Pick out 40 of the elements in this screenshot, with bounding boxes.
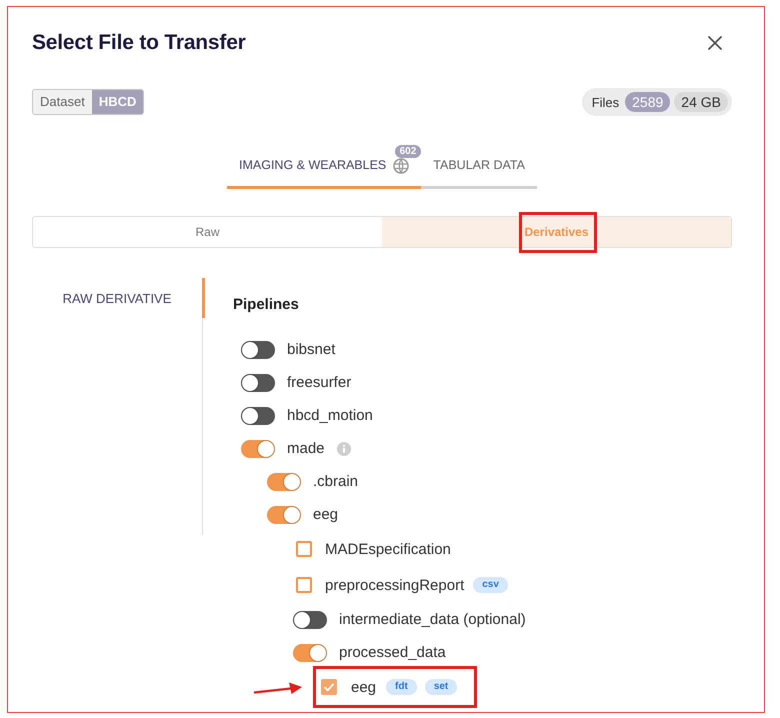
- item-label: bibsnet: [287, 341, 336, 358]
- toggle-switch[interactable]: [267, 506, 301, 524]
- toggle-switch[interactable]: [293, 610, 327, 628]
- item-label: preprocessingReport: [325, 576, 464, 594]
- item-label: intermediate_data (optional): [339, 611, 526, 628]
- count-badge: 602: [394, 145, 422, 158]
- globe-icon: [393, 158, 410, 174]
- dataset-value: HBCD: [92, 90, 144, 114]
- item-label: made: [287, 440, 325, 457]
- file-type-tag: csv: [473, 577, 508, 593]
- item-label: freesurfer: [287, 374, 352, 391]
- file-type-tag: fdt: [386, 679, 417, 695]
- toggle-switch[interactable]: [241, 440, 275, 458]
- section-heading: Pipelines: [233, 296, 300, 313]
- checkbox[interactable]: [296, 577, 312, 593]
- toggle-switch[interactable]: [241, 374, 275, 392]
- item-label: eeg: [313, 506, 338, 523]
- toggle-switch[interactable]: [241, 406, 275, 424]
- file-size: 24 GB: [674, 92, 728, 112]
- tab[interactable]: TABULAR DATA: [421, 142, 537, 189]
- files-label: Files: [592, 94, 620, 110]
- item-label: hbcd_motion: [287, 407, 373, 424]
- toggle-switch[interactable]: [293, 644, 327, 662]
- toggle-switch[interactable]: [267, 472, 301, 490]
- file-type-tag: set: [424, 679, 458, 695]
- dataset-label: Dataset: [33, 90, 92, 114]
- tab[interactable]: IMAGING & WEARABLES 602: [227, 142, 422, 189]
- checkmark-icon: [324, 682, 334, 692]
- sidebar-item[interactable]: RAW DERIVATIVE: [32, 278, 205, 318]
- item-label: eeg: [351, 678, 376, 696]
- dialog-title: Select File to Transfer: [32, 30, 246, 56]
- item-label: MADEspecification: [325, 540, 451, 558]
- toggle-switch[interactable]: [241, 340, 275, 358]
- item-label: processed_data: [339, 644, 446, 661]
- close-button[interactable]: [707, 35, 723, 51]
- checkbox[interactable]: [321, 679, 337, 695]
- item-label: .cbrain: [313, 473, 358, 490]
- close-icon: [707, 35, 723, 51]
- file-count: 2589: [625, 92, 670, 112]
- checkbox[interactable]: [296, 541, 312, 557]
